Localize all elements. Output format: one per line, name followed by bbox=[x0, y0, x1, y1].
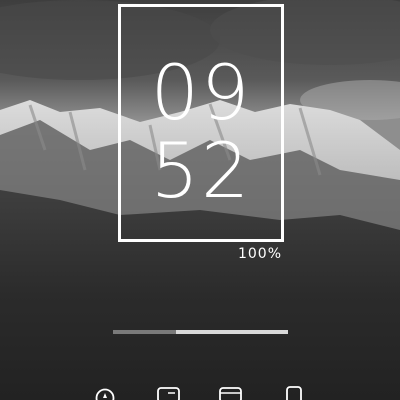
app-dock bbox=[0, 385, 400, 400]
progress-track bbox=[113, 330, 288, 334]
compass-icon[interactable] bbox=[95, 385, 115, 400]
battery-level: 100% bbox=[237, 246, 282, 262]
phone-icon[interactable] bbox=[286, 385, 302, 400]
message-square-icon[interactable] bbox=[157, 385, 181, 400]
clock-hours: 09 bbox=[150, 48, 252, 137]
progress-fill bbox=[113, 330, 176, 334]
clock-minutes: 52 bbox=[150, 126, 252, 215]
browser-window-icon[interactable] bbox=[219, 385, 243, 400]
clock-frame: 09 52 bbox=[118, 4, 284, 242]
